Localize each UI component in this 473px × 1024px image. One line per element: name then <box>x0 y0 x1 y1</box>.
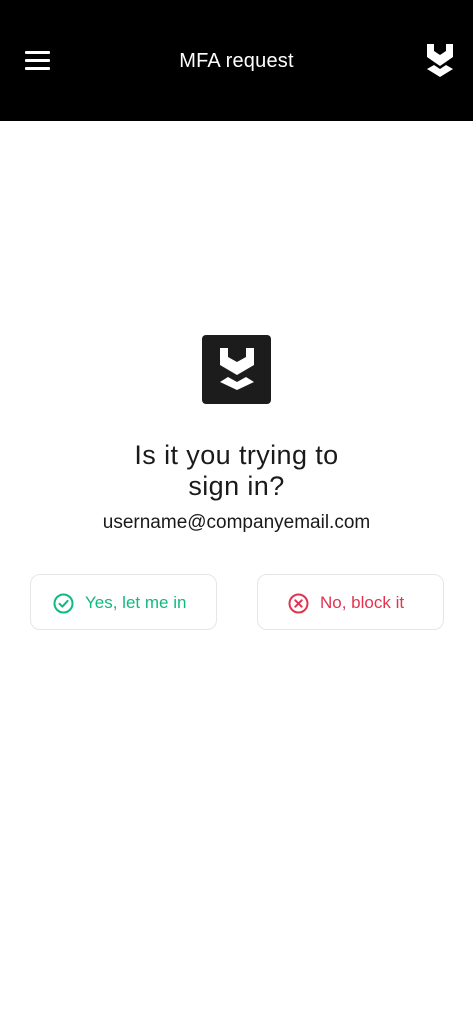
check-circle-icon <box>53 593 74 614</box>
chevron-shield-logo-icon <box>220 348 254 390</box>
approve-button[interactable]: Yes, let me in <box>30 574 217 630</box>
x-circle-icon <box>288 593 309 614</box>
question-line: sign in? <box>188 471 285 501</box>
chevron-shield-logo-icon <box>427 44 453 77</box>
app-screen: MFA request Is it you trying to sign in?… <box>0 0 473 1024</box>
user-email: username@companyemail.com <box>102 512 371 533</box>
deny-button[interactable]: No, block it <box>257 574 444 630</box>
page-title: MFA request <box>179 50 294 72</box>
app-logo-tile <box>202 335 271 404</box>
deny-button-label: No, block it <box>320 593 405 612</box>
top-app-bar: MFA request <box>0 0 473 121</box>
approve-button-label: Yes, let me in <box>85 593 187 612</box>
sign-in-question: Is it you trying to sign in? <box>40 440 433 502</box>
question-line: Is it you trying to <box>134 440 339 470</box>
